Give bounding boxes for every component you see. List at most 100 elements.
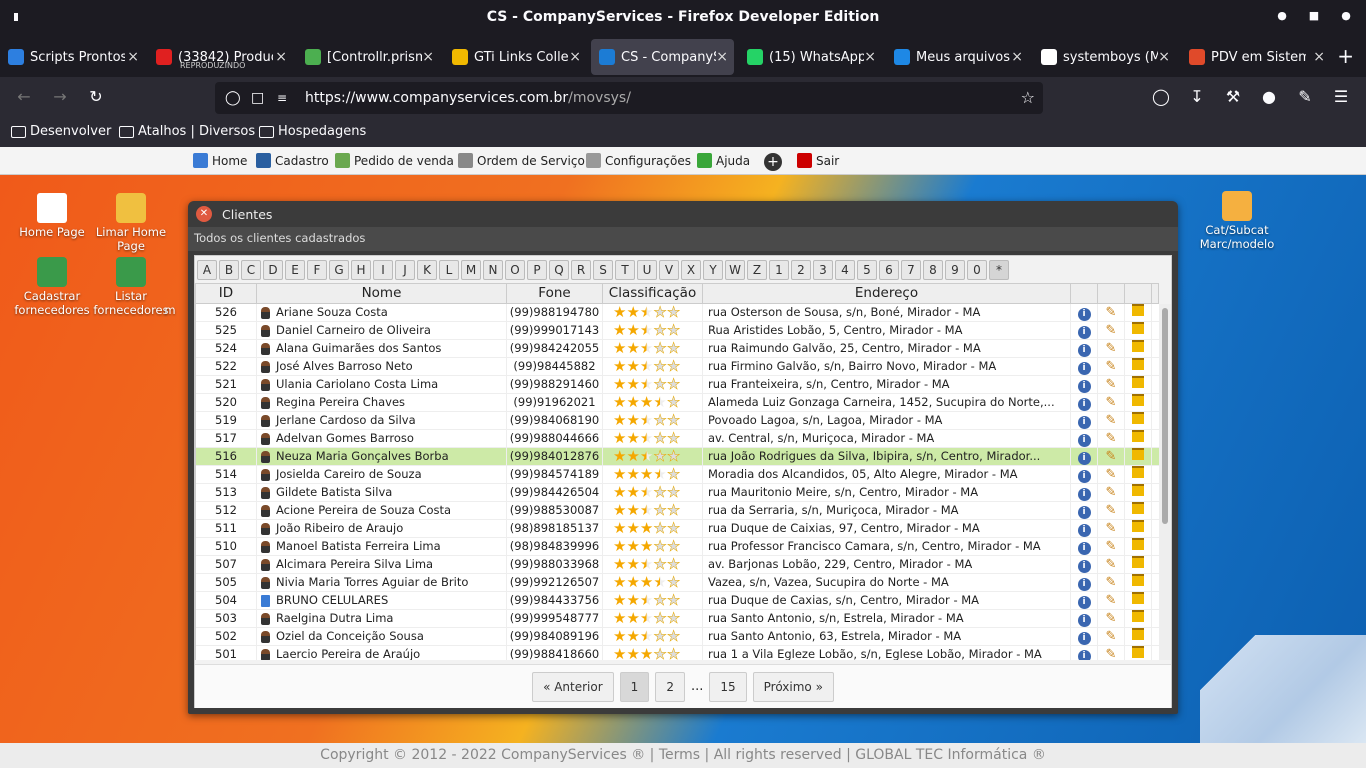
eyedropper-icon[interactable]: ✎: [1294, 87, 1316, 106]
letter-filter-21[interactable]: V: [659, 260, 679, 280]
next-page-button[interactable]: Próximo »: [752, 671, 834, 702]
edit-button[interactable]: ✎: [1098, 609, 1125, 628]
letter-filter-11[interactable]: L: [439, 260, 459, 280]
table-row[interactable]: 526 Ariane Souza Costa (99)988194780 ★ ★ ★ ★ ★ r…: [196, 304, 1159, 322]
info-button[interactable]: i: [1071, 465, 1098, 484]
delete-button[interactable]: [1125, 609, 1152, 628]
info-button[interactable]: i: [1071, 591, 1098, 610]
menu-item-1[interactable]: Cadastro: [256, 153, 329, 168]
edit-button[interactable]: ✎: [1098, 627, 1125, 646]
menu-item-4[interactable]: Configurações: [586, 153, 691, 168]
add-menu-button[interactable]: +: [764, 153, 782, 171]
table-row[interactable]: 521 Ulania Cariolano Costa Lima (99)988291…: [196, 375, 1159, 394]
letter-filter-6[interactable]: G: [329, 260, 349, 280]
dialog-close-icon[interactable]: ✕: [196, 206, 212, 222]
page-button-2[interactable]: 2: [655, 671, 685, 702]
info-button[interactable]: i: [1071, 573, 1098, 592]
info-button[interactable]: i: [1071, 321, 1098, 340]
tab-0[interactable]: Scripts Prontos ×: [0, 39, 145, 75]
tab-1[interactable]: (33842) Production×REPRODUZINDO: [148, 39, 293, 75]
info-button[interactable]: i: [1071, 501, 1098, 520]
info-button[interactable]: i: [1071, 429, 1098, 448]
letter-filter-5[interactable]: F: [307, 260, 327, 280]
edit-button[interactable]: ✎: [1098, 501, 1125, 520]
letter-filter-17[interactable]: R: [571, 260, 591, 280]
table-row[interactable]: 517 Adelvan Gomes Barroso (99)988044666 ★ ★ ★…: [196, 429, 1159, 448]
edit-button[interactable]: ✎: [1098, 447, 1125, 466]
shield-icon[interactable]: ◯: [225, 82, 241, 114]
delete-button[interactable]: [1125, 375, 1152, 394]
prev-page-button[interactable]: « Anterior: [532, 671, 614, 702]
letter-filter-16[interactable]: Q: [549, 260, 569, 280]
tab-close-icon[interactable]: ×: [864, 49, 876, 65]
tab-6[interactable]: Meus arquivos ×: [886, 39, 1029, 75]
letter-filter-33[interactable]: 8: [923, 260, 943, 280]
info-button[interactable]: i: [1071, 609, 1098, 628]
delete-button[interactable]: [1125, 339, 1152, 358]
edit-button[interactable]: ✎: [1098, 321, 1125, 340]
edit-button[interactable]: ✎: [1098, 645, 1125, 660]
edit-button[interactable]: ✎: [1098, 357, 1125, 376]
tab-close-icon[interactable]: ×: [127, 49, 139, 65]
edit-button[interactable]: ✎: [1098, 304, 1125, 322]
tab-4[interactable]: CS - CompanyServices×: [591, 39, 734, 75]
delete-button[interactable]: [1125, 501, 1152, 520]
table-row[interactable]: 524 Alana Guimarães dos Santos (99)9842420…: [196, 339, 1159, 358]
info-button[interactable]: i: [1071, 411, 1098, 430]
table-row[interactable]: 505 Nivia Maria Torres Aguiar de Brito (99…: [196, 573, 1159, 592]
table-row[interactable]: 514 Josielda Careiro de Souza (99)98457418…: [196, 465, 1159, 484]
table-row[interactable]: 522 José Alves Barroso Neto (99)98445882 ★ ★…: [196, 357, 1159, 376]
table-row[interactable]: 507 Alcimara Pereira Silva Lima (99)988033…: [196, 555, 1159, 574]
lock-icon[interactable]: □: [251, 82, 264, 114]
menu-item-3[interactable]: Ordem de Serviço: [458, 153, 585, 168]
system-menu-icon[interactable]: [14, 13, 18, 21]
letter-filter-22[interactable]: X: [681, 260, 701, 280]
table-row[interactable]: 503 Raelgina Dutra Lima (99)999548777 ★ ★ ★ ★ ★…: [196, 609, 1159, 628]
letter-filter-9[interactable]: J: [395, 260, 415, 280]
letter-filter-3[interactable]: D: [263, 260, 283, 280]
table-row[interactable]: 512 Acione Pereira de Souza Costa (99)9885…: [196, 501, 1159, 520]
edit-button[interactable]: ✎: [1098, 465, 1125, 484]
bookmark-folder-1[interactable]: Atalhos | Diversos: [119, 124, 255, 139]
letter-filter-2[interactable]: C: [241, 260, 261, 280]
page-button-last[interactable]: 15: [709, 671, 747, 702]
close-window-icon[interactable]: ●: [1340, 10, 1352, 22]
info-button[interactable]: i: [1071, 537, 1098, 556]
tab-close-icon[interactable]: ×: [1011, 49, 1023, 65]
letter-filter-1[interactable]: B: [219, 260, 239, 280]
edit-button[interactable]: ✎: [1098, 411, 1125, 430]
delete-button[interactable]: [1125, 321, 1152, 340]
tab-close-icon[interactable]: ×: [1158, 49, 1170, 65]
info-button[interactable]: i: [1071, 339, 1098, 358]
table-row[interactable]: 504 BRUNO CELULARES (99)984433756 ★ ★ ★ ★ ★ rua …: [196, 591, 1159, 610]
letter-filter-8[interactable]: I: [373, 260, 393, 280]
letter-filter-28[interactable]: 3: [813, 260, 833, 280]
reload-icon[interactable]: ↻: [85, 87, 107, 106]
hamburger-menu-icon[interactable]: ☰: [1330, 87, 1352, 106]
delete-button[interactable]: [1125, 465, 1152, 484]
info-button[interactable]: i: [1071, 555, 1098, 574]
info-button[interactable]: i: [1071, 304, 1098, 322]
table-row[interactable]: 516 Neuza Maria Gonçalves Borba (99)984012…: [196, 447, 1159, 466]
tab-close-icon[interactable]: ×: [716, 49, 728, 65]
letter-filter-7[interactable]: H: [351, 260, 371, 280]
letter-filter-20[interactable]: U: [637, 260, 657, 280]
desktop-icon-partial-left[interactable]: m: [150, 303, 190, 317]
edit-button[interactable]: ✎: [1098, 555, 1125, 574]
table-row[interactable]: 510 Manoel Batista Ferreira Lima (98)98483…: [196, 537, 1159, 556]
delete-button[interactable]: [1125, 411, 1152, 430]
tab-3[interactable]: GTi Links Collection×: [444, 39, 587, 75]
edit-button[interactable]: ✎: [1098, 537, 1125, 556]
table-row[interactable]: 520 Regina Pereira Chaves (99)91962021 ★ ★ ★ ★…: [196, 393, 1159, 412]
edit-button[interactable]: ✎: [1098, 393, 1125, 412]
info-button[interactable]: i: [1071, 645, 1098, 660]
pocket-icon[interactable]: ◯: [1150, 87, 1172, 106]
table-row[interactable]: 501 Laercio Pereira de Araújo (99)98841866…: [196, 645, 1159, 660]
table-scrollbar[interactable]: [1159, 304, 1171, 660]
col-id[interactable]: ID: [196, 284, 257, 303]
delete-button[interactable]: [1125, 537, 1152, 556]
col-endereco[interactable]: Endereço: [703, 284, 1071, 303]
letter-filter-29[interactable]: 4: [835, 260, 855, 280]
delete-button[interactable]: [1125, 429, 1152, 448]
letter-filter-10[interactable]: K: [417, 260, 437, 280]
